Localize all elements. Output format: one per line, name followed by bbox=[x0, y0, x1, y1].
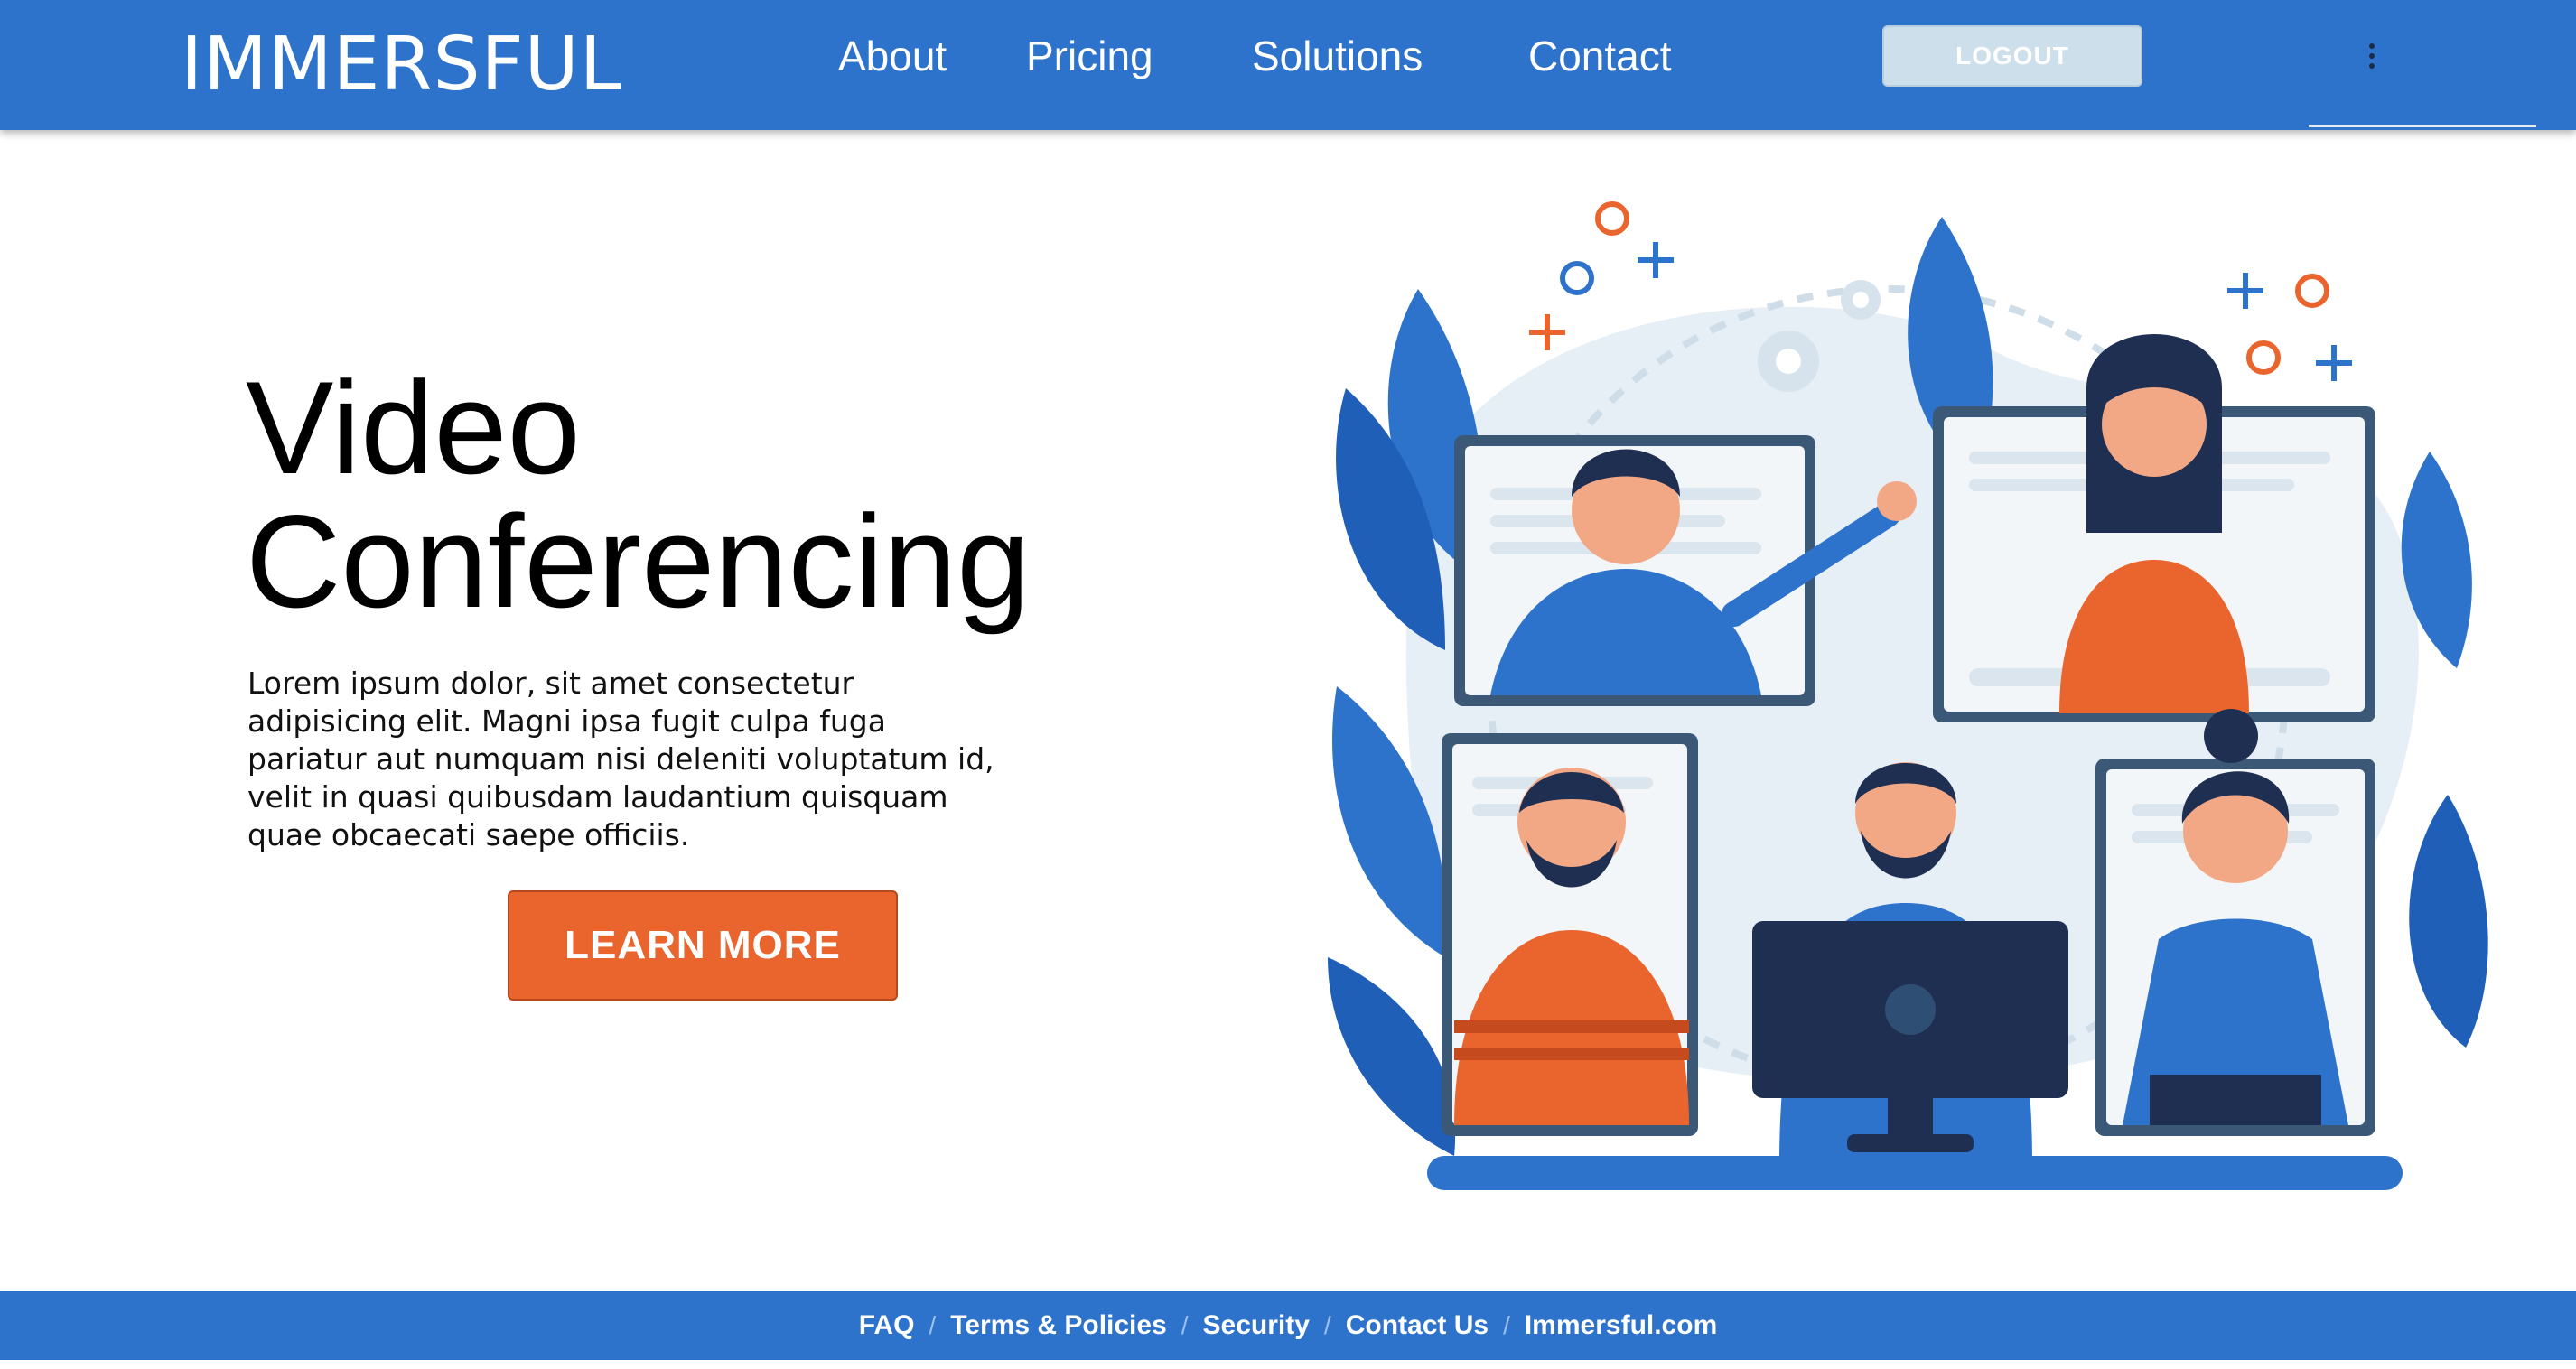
footer-faq-link[interactable]: FAQ bbox=[859, 1310, 915, 1341]
hero-title-line-1: Video bbox=[246, 354, 581, 501]
top-navbar: IMMERSFUL About Pricing Solutions Contac… bbox=[0, 0, 2576, 130]
nav-contact-link[interactable]: Contact bbox=[1528, 27, 1672, 85]
footer-separator: / bbox=[929, 1311, 937, 1339]
nav-underline-divider bbox=[2309, 125, 2536, 127]
footer-terms-link[interactable]: Terms & Policies bbox=[950, 1310, 1167, 1341]
footer-separator: / bbox=[1181, 1311, 1189, 1339]
footer-security-link[interactable]: Security bbox=[1203, 1310, 1310, 1341]
logout-button[interactable]: LOGOUT bbox=[1882, 25, 2142, 87]
desk-bar bbox=[1427, 1156, 2403, 1190]
nav-solutions-link[interactable]: Solutions bbox=[1252, 27, 1423, 85]
kebab-dot bbox=[2369, 63, 2375, 69]
brand-logo[interactable]: IMMERSFUL bbox=[181, 11, 621, 119]
kebab-dot bbox=[2369, 53, 2375, 59]
video-tile-bottom-left bbox=[1442, 733, 1698, 1136]
learn-more-button[interactable]: LEARN MORE bbox=[508, 890, 898, 1001]
hero-description: Lorem ipsum dolor, sit amet consectetur … bbox=[247, 666, 994, 852]
hero-title-line-2: Conferencing bbox=[246, 488, 1031, 635]
nav-pricing-link[interactable]: Pricing bbox=[1026, 27, 1153, 85]
video-tile-bottom-right bbox=[2095, 709, 2375, 1136]
kebab-dot bbox=[2369, 43, 2375, 49]
kebab-menu-icon[interactable] bbox=[2354, 31, 2390, 81]
footer-contact-link[interactable]: Contact Us bbox=[1346, 1310, 1489, 1341]
footer-site-link[interactable]: Immersful.com bbox=[1525, 1310, 1717, 1341]
video-conference-illustration bbox=[1328, 201, 2488, 1190]
footer-bar: FAQ / Terms & Policies / Security / Cont… bbox=[0, 1291, 2576, 1360]
footer-separator: / bbox=[1503, 1311, 1510, 1339]
nav-about-link[interactable]: About bbox=[838, 27, 947, 85]
footer-separator: / bbox=[1323, 1311, 1331, 1339]
hero-title: Video Conferencing bbox=[246, 361, 1059, 629]
